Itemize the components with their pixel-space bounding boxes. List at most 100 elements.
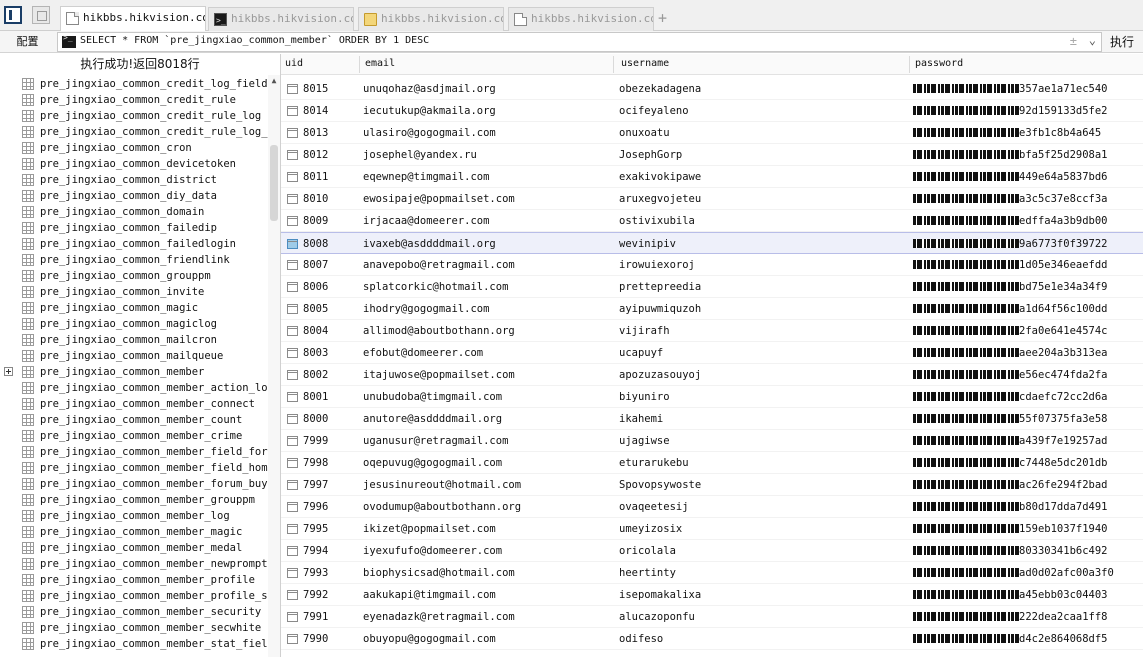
row-icon[interactable]	[287, 326, 298, 336]
sidebar-table-item[interactable]: pre_jingxiao_common_mailqueue	[0, 348, 268, 364]
sidebar-table-item[interactable]: pre_jingxiao_common_devicetoken	[0, 156, 268, 172]
cell-username[interactable]: odifeso	[619, 632, 663, 646]
cell-email[interactable]: itajuwose@popmailset.com	[363, 368, 515, 382]
cell-uid[interactable]: 8015	[303, 82, 328, 96]
table-row[interactable]: 8000 anutore@asddddmail.org ikahemi 55f0737…	[281, 408, 1143, 430]
cell-uid[interactable]: 7996	[303, 500, 328, 514]
sidebar-table-item[interactable]: pre_jingxiao_common_member_medal	[0, 540, 268, 556]
cell-email[interactable]: ulasiro@gogogmail.com	[363, 126, 496, 140]
column-divider[interactable]	[909, 56, 910, 73]
cell-username[interactable]: obezekadagena	[619, 82, 701, 96]
sidebar-table-item[interactable]: pre_jingxiao_common_credit_rule_log	[0, 108, 268, 124]
scroll-up-icon[interactable]: ▲	[269, 76, 279, 86]
cell-uid[interactable]: 7997	[303, 478, 328, 492]
cell-password[interactable]: 55f07375fa3e58	[913, 412, 1143, 426]
sidebar-table-item[interactable]: pre_jingxiao_common_member_field_forum	[0, 444, 268, 460]
row-icon[interactable]	[287, 370, 298, 380]
row-icon[interactable]	[287, 260, 298, 270]
row-icon[interactable]	[287, 194, 298, 204]
sidebar-table-item[interactable]: pre_jingxiao_common_magiclog	[0, 316, 268, 332]
table-row[interactable]: 8007 anavepobo@retragmail.com irowuiexoroj…	[281, 254, 1143, 276]
sidebar-table-item[interactable]: pre_jingxiao_common_cron	[0, 140, 268, 156]
column-header-email[interactable]: email	[365, 58, 395, 69]
cell-password[interactable]: 80330341b6c492	[913, 544, 1143, 558]
cell-email[interactable]: josephel@yandex.ru	[363, 148, 477, 162]
cell-password[interactable]: e56ec474fda2fa	[913, 368, 1143, 382]
scrollbar-thumb[interactable]	[270, 145, 278, 221]
sidebar-table-item[interactable]: pre_jingxiao_common_member_crime	[0, 428, 268, 444]
sidebar-table-item[interactable]: pre_jingxiao_common_member_stat_field	[0, 636, 268, 652]
table-row[interactable]: 7992 aakukapi@timgmail.com isepomakalixa a4…	[281, 584, 1143, 606]
column-header-username[interactable]: username	[621, 58, 669, 69]
row-icon[interactable]	[287, 282, 298, 292]
row-icon[interactable]	[287, 612, 298, 622]
row-icon[interactable]	[287, 84, 298, 94]
cell-password[interactable]: 1d05e346eaefdd	[913, 258, 1143, 272]
cell-username[interactable]: oricolala	[619, 544, 676, 558]
sidebar-table-item[interactable]: pre_jingxiao_common_grouppm	[0, 268, 268, 284]
sidebar-table-item[interactable]: pre_jingxiao_common_mailcron	[0, 332, 268, 348]
sidebar-scrollbar[interactable]: ▲	[268, 75, 280, 657]
row-icon[interactable]	[287, 216, 298, 226]
cell-password[interactable]: b80d17dda7d491	[913, 500, 1143, 514]
table-row[interactable]: 8011 eqewnep@timgmail.com exakivokipawe 449…	[281, 166, 1143, 188]
cell-username[interactable]: prettepreedia	[619, 280, 701, 294]
sidebar-table-item[interactable]: pre_jingxiao_common_failedip	[0, 220, 268, 236]
cell-uid[interactable]: 7990	[303, 632, 328, 646]
sidebar-table-item[interactable]: pre_jingxiao_common_friendlink	[0, 252, 268, 268]
sidebar-table-item[interactable]: pre_jingxiao_common_member_secwhite	[0, 620, 268, 636]
cell-uid[interactable]: 7991	[303, 610, 328, 624]
cell-username[interactable]: ikahemi	[619, 412, 663, 426]
table-row[interactable]: 7990 obuyopu@gogogmail.com odifeso d4c2e864…	[281, 628, 1143, 650]
cell-email[interactable]: splatcorkic@hotmail.com	[363, 280, 508, 294]
cell-uid[interactable]: 8014	[303, 104, 328, 118]
cell-email[interactable]: uganusur@retragmail.com	[363, 434, 508, 448]
sidebar-table-item[interactable]: pre_jingxiao_common_member_profile_setti…	[0, 588, 268, 604]
cell-password[interactable]: cdaefc72cc2d6a	[913, 390, 1143, 404]
panel-toggle-icon[interactable]	[4, 6, 22, 24]
cell-email[interactable]: eqewnep@timgmail.com	[363, 170, 489, 184]
table-row[interactable]: 8008 ivaxeb@asddddmail.org wevinipiv 9a6773…	[281, 232, 1143, 254]
cell-uid[interactable]: 8013	[303, 126, 328, 140]
cell-username[interactable]: eturarukebu	[619, 456, 689, 470]
table-row[interactable]: 8013 ulasiro@gogogmail.com onuxoatu e3fb1c8…	[281, 122, 1143, 144]
row-icon[interactable]	[287, 590, 298, 600]
sidebar-table-item[interactable]: pre_jingxiao_common_diy_data	[0, 188, 268, 204]
cell-email[interactable]: unubudoba@timgmail.com	[363, 390, 502, 404]
cell-uid[interactable]: 8010	[303, 192, 328, 206]
table-row[interactable]: 7997 jesusinureout@hotmail.com Spovopsywos…	[281, 474, 1143, 496]
cell-email[interactable]: ovodumup@aboutbothann.org	[363, 500, 521, 514]
cell-email[interactable]: oqepuvug@gogogmail.com	[363, 456, 502, 470]
cell-password[interactable]: 357ae1a71ec540	[913, 82, 1143, 96]
sidebar-table-item[interactable]: pre_jingxiao_common_member_field_home	[0, 460, 268, 476]
row-icon[interactable]	[287, 436, 298, 446]
sidebar-table-item[interactable]: pre_jingxiao_common_member_count	[0, 412, 268, 428]
row-icon[interactable]	[287, 634, 298, 644]
table-row[interactable]: 8015 unuqohaz@asdjmail.org obezekadagena 35…	[281, 78, 1143, 100]
cell-email[interactable]: eyenadazk@retragmail.com	[363, 610, 515, 624]
cell-uid[interactable]: 7998	[303, 456, 328, 470]
cell-username[interactable]: ayipuwmiquzoh	[619, 302, 701, 316]
cell-email[interactable]: irjacaa@domeerer.com	[363, 214, 489, 228]
cell-password[interactable]: e3fb1c8b4a645	[913, 126, 1143, 140]
row-icon[interactable]	[287, 524, 298, 534]
cell-password[interactable]: a1d64f56c100dd	[913, 302, 1143, 316]
cell-email[interactable]: efobut@domeerer.com	[363, 346, 483, 360]
chevron-down-icon[interactable]: ⌄	[1089, 33, 1096, 47]
cell-uid[interactable]: 8012	[303, 148, 328, 162]
window-icon[interactable]	[32, 6, 50, 24]
cell-uid[interactable]: 8006	[303, 280, 328, 294]
cell-username[interactable]: onuxoatu	[619, 126, 670, 140]
cell-password[interactable]: bfa5f25d2908a1	[913, 148, 1143, 162]
clear-query-icon[interactable]: ±	[1070, 34, 1077, 48]
table-row[interactable]: 8006 splatcorkic@hotmail.com prettepreedia…	[281, 276, 1143, 298]
column-header-uid[interactable]: uid	[285, 58, 303, 69]
column-divider[interactable]	[359, 56, 360, 73]
table-row[interactable]: 8001 unubudoba@timgmail.com biyuniro cdaefc…	[281, 386, 1143, 408]
cell-email[interactable]: allimod@aboutbothann.org	[363, 324, 515, 338]
table-row[interactable]: 7999 uganusur@retragmail.com ujagiwse a439f…	[281, 430, 1143, 452]
row-icon[interactable]	[287, 502, 298, 512]
cell-username[interactable]: ucapuyf	[619, 346, 663, 360]
sidebar-table-item[interactable]: pre_jingxiao_common_failedlogin	[0, 236, 268, 252]
cell-email[interactable]: biophysicsad@hotmail.com	[363, 566, 515, 580]
